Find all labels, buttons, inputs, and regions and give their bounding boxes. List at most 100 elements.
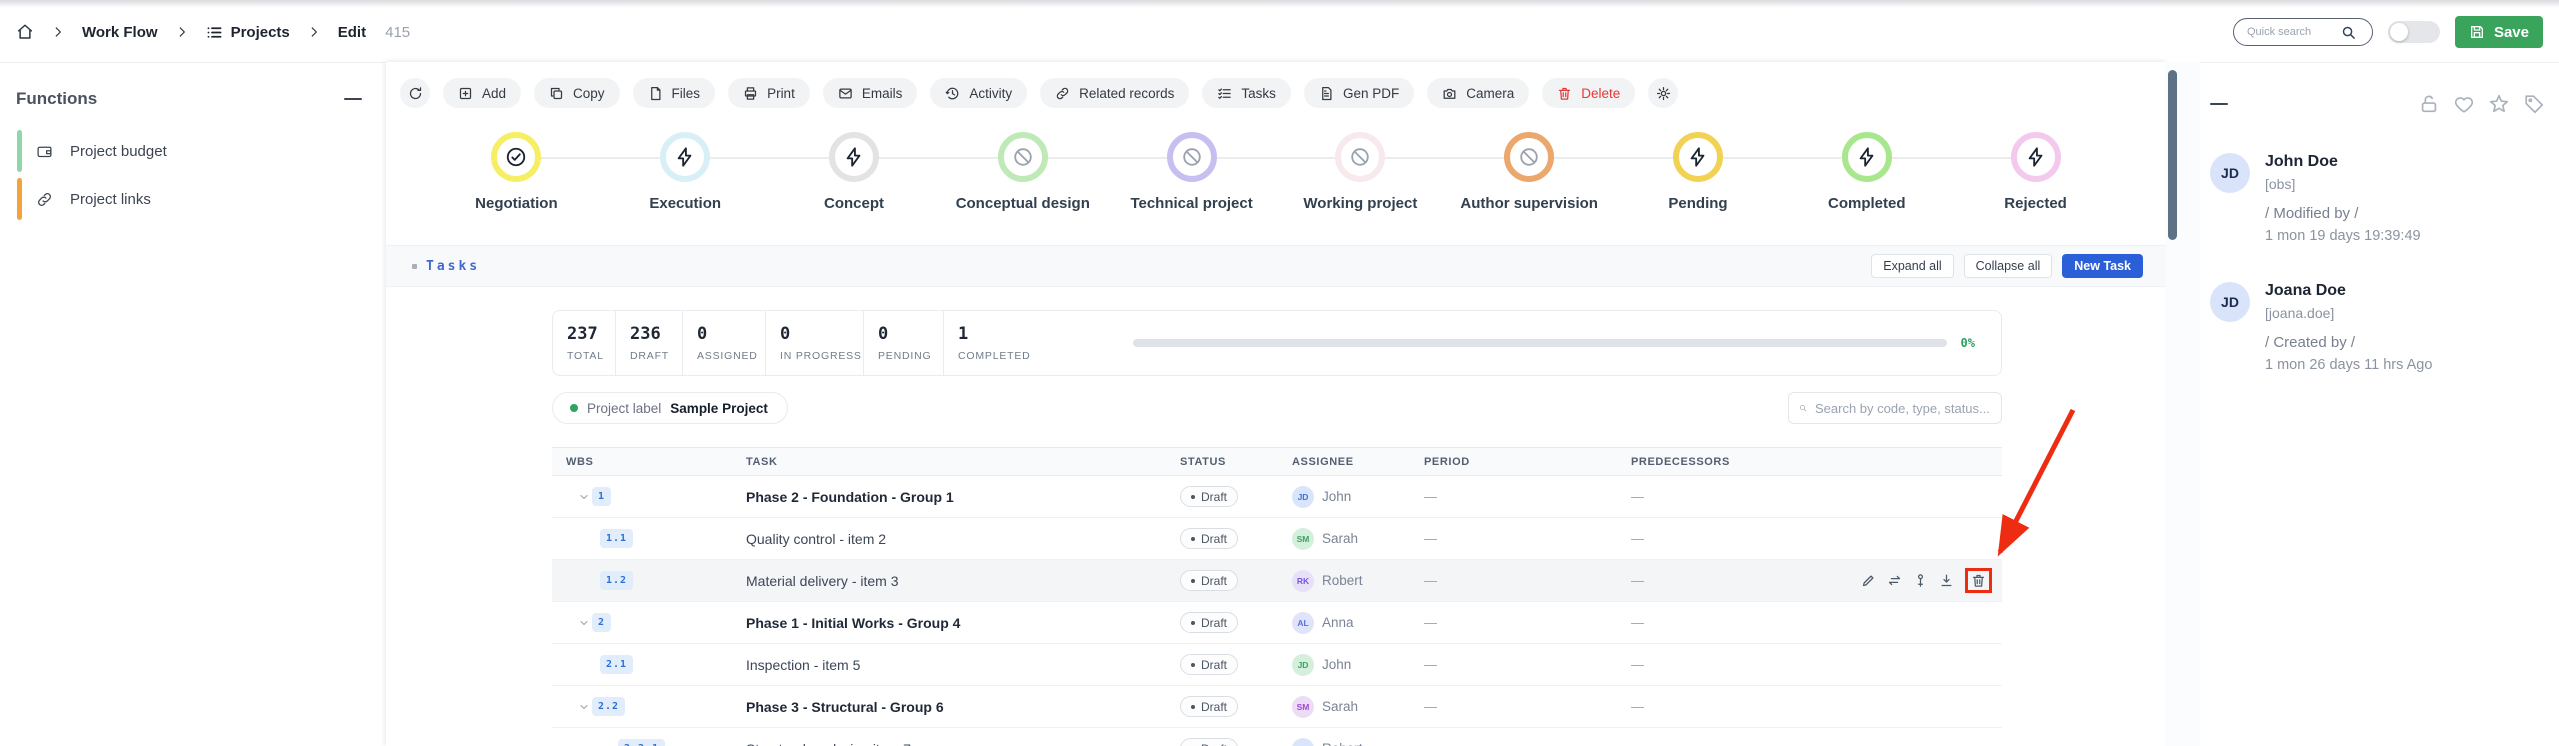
workflow-step-execution[interactable]: Execution xyxy=(601,132,770,212)
wbs-badge: 2.2.1 xyxy=(618,739,665,746)
gen-pdf-button[interactable]: Gen PDF xyxy=(1304,78,1414,108)
mail-icon xyxy=(838,86,853,101)
pin-icon[interactable] xyxy=(1913,573,1928,588)
avatar: AL xyxy=(1292,612,1314,634)
files-button[interactable]: Files xyxy=(633,78,716,108)
link-icon xyxy=(1055,86,1070,101)
table-row[interactable]: 2.2.1 Structural analysis - item 7 Draft… xyxy=(552,728,2002,746)
annotation-highlight-box xyxy=(1965,568,1992,593)
breadcrumb-projects[interactable]: Projects xyxy=(206,24,290,41)
edit-icon[interactable] xyxy=(1861,573,1876,588)
user-handle: [obs] xyxy=(2265,176,2421,192)
sidebar-item-project-links[interactable]: Project links xyxy=(0,175,386,223)
chevron-down-icon[interactable] xyxy=(578,491,590,503)
bolt-icon xyxy=(674,146,696,168)
workflow-step-author-supervision[interactable]: Author supervision xyxy=(1445,132,1614,212)
period-value: — xyxy=(1424,657,1631,672)
workflow-step-completed[interactable]: Completed xyxy=(1782,132,1951,212)
heart-icon[interactable] xyxy=(2453,93,2475,115)
chevron-down-icon[interactable] xyxy=(578,617,590,629)
scrollbar-thumb[interactable] xyxy=(2168,70,2177,240)
chevron-down-icon[interactable] xyxy=(578,701,590,713)
toggle-switch[interactable] xyxy=(2388,21,2440,43)
collapse-meta-button[interactable] xyxy=(2210,95,2228,113)
bolt-icon xyxy=(2025,146,2047,168)
workflow-step-working-project[interactable]: Working project xyxy=(1276,132,1445,212)
workflow-step-rejected[interactable]: Rejected xyxy=(1951,132,2120,212)
predecessors-value: — xyxy=(1631,741,1861,746)
save-button[interactable]: Save xyxy=(2455,16,2543,48)
tasks-progress: 0% xyxy=(1060,311,2001,375)
bolt-icon xyxy=(843,146,865,168)
home-icon[interactable] xyxy=(16,23,34,41)
sidebar-item-project-budget[interactable]: Project budget xyxy=(0,127,386,175)
functions-panel: Functions Project budget Project links xyxy=(0,62,386,746)
task-name: Material delivery - item 3 xyxy=(746,573,1180,589)
table-row[interactable]: 2.2 Phase 3 - Structural - Group 6 Draft… xyxy=(552,686,2002,728)
tasks-button[interactable]: Tasks xyxy=(1202,78,1291,108)
emails-button[interactable]: Emails xyxy=(823,78,918,108)
pdf-file-icon xyxy=(1319,86,1334,101)
breadcrumb-workflow[interactable]: Work Flow xyxy=(82,24,158,41)
bullet-icon xyxy=(412,264,417,269)
collapse-functions-button[interactable] xyxy=(344,90,362,108)
status-badge: Draft xyxy=(1180,654,1238,675)
record-meta-panel: JD John Doe [obs] / Modified by / 1 mon … xyxy=(2200,62,2559,746)
list-icon xyxy=(206,24,223,41)
workflow-step-concept[interactable]: Concept xyxy=(770,132,939,212)
avatar: JD xyxy=(2210,153,2250,193)
table-row[interactable]: 1.1 Quality control - item 2 Draft SMSar… xyxy=(552,518,2002,560)
expand-all-button[interactable]: Expand all xyxy=(1871,254,1953,278)
task-name: Quality control - item 2 xyxy=(746,531,1180,547)
table-row[interactable]: 1.2 Material delivery - item 3 Draft RKR… xyxy=(552,560,2002,602)
copy-icon xyxy=(549,86,564,101)
activity-button[interactable]: Activity xyxy=(930,78,1027,108)
task-search-input[interactable] xyxy=(1815,401,1991,416)
print-button[interactable]: Print xyxy=(728,78,810,108)
status-badge: Draft xyxy=(1180,612,1238,633)
checklist-icon xyxy=(1217,86,1232,101)
settings-button[interactable] xyxy=(1648,78,1678,108)
predecessors-value: — xyxy=(1631,615,1861,630)
assignee-name: Sarah xyxy=(1322,531,1358,546)
stat-total: 237TOTAL xyxy=(553,311,616,375)
new-task-button[interactable]: New Task xyxy=(2062,254,2143,278)
star-icon[interactable] xyxy=(2488,93,2510,115)
workflow-step-technical-project[interactable]: Technical project xyxy=(1107,132,1276,212)
delete-button[interactable]: Delete xyxy=(1542,78,1635,108)
add-button[interactable]: Add xyxy=(443,78,521,108)
chevron-right-icon xyxy=(51,25,65,39)
main-panel: Add Copy Files Print Emails Activity Rel… xyxy=(386,62,2166,746)
task-name: Inspection - item 5 xyxy=(746,657,1180,673)
download-icon[interactable] xyxy=(1939,573,1954,588)
workflow-step-negotiation[interactable]: Negotiation xyxy=(432,132,601,212)
plus-square-icon xyxy=(458,86,473,101)
table-row[interactable]: 1 Phase 2 - Foundation - Group 1 Draft J… xyxy=(552,476,2002,518)
top-bar: Work Flow Projects Edit 415 Save xyxy=(0,6,2559,58)
ban-icon xyxy=(1181,146,1203,168)
gear-icon xyxy=(1656,86,1671,101)
period-value: — xyxy=(1424,741,1631,746)
unlock-icon[interactable] xyxy=(2418,93,2440,115)
delete-row-icon[interactable] xyxy=(1971,573,1986,588)
chevron-right-icon xyxy=(175,25,189,39)
table-row[interactable]: 2 Phase 1 - Initial Works - Group 4 Draf… xyxy=(552,602,2002,644)
task-name: Phase 3 - Structural - Group 6 xyxy=(746,699,1180,715)
tag-icon[interactable] xyxy=(2523,93,2545,115)
swap-icon[interactable] xyxy=(1887,573,1902,588)
camera-button[interactable]: Camera xyxy=(1427,78,1529,108)
related-records-button[interactable]: Related records xyxy=(1040,78,1189,108)
copy-button[interactable]: Copy xyxy=(534,78,620,108)
predecessors-value: — xyxy=(1631,699,1861,714)
table-row[interactable]: 2.1 Inspection - item 5 Draft JDJohn — — xyxy=(552,644,2002,686)
quick-search-input[interactable] xyxy=(2247,26,2335,38)
refresh-button[interactable] xyxy=(400,78,430,108)
workflow-step-conceptual-design[interactable]: Conceptual design xyxy=(938,132,1107,212)
refresh-icon xyxy=(408,86,423,101)
search-icon[interactable] xyxy=(2341,25,2356,40)
workflow-step-pending[interactable]: Pending xyxy=(1614,132,1783,212)
collapse-all-button[interactable]: Collapse all xyxy=(1964,254,2053,278)
tasks-table: WBS TASK STATUS ASSIGNEE PERIOD PREDECES… xyxy=(552,447,2002,746)
col-status: STATUS xyxy=(1180,456,1292,468)
project-label-chip[interactable]: Project label Sample Project xyxy=(552,392,788,424)
